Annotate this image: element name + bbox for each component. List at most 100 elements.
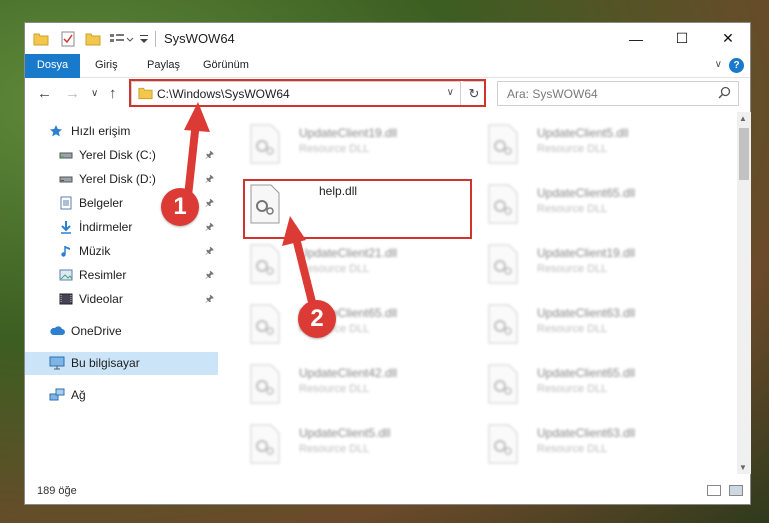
file-type: Resource DLL [537, 143, 608, 155]
file-item[interactable]: UpdateClient63.dll Resource DLL [487, 422, 717, 474]
dll-file-icon [249, 364, 281, 404]
nav-item-local-disk-c[interactable]: Yerel Disk (C:) 🖈 [25, 144, 218, 167]
pin-icon[interactable]: 🖈 [205, 244, 214, 261]
search-placeholder: Ara: SysWOW64 [507, 87, 598, 101]
dll-file-icon [249, 424, 281, 464]
file-item[interactable]: UpdateClient19.dll Resource DLL [487, 242, 717, 296]
file-name: UpdateClient5.dll [299, 426, 391, 440]
tab-home[interactable]: Giriş [87, 54, 126, 77]
dll-file-icon [487, 184, 519, 224]
file-type: Resource DLL [537, 443, 608, 455]
file-name: UpdateClient5.dll [537, 126, 629, 140]
star-icon [49, 124, 63, 138]
quick-access-dropdown-icon[interactable] [139, 30, 149, 48]
drive-icon [59, 148, 73, 162]
pin-icon[interactable]: 🖈 [205, 292, 214, 309]
nav-item-music[interactable]: Müzik 🖈 [25, 240, 218, 263]
cloud-icon [49, 324, 65, 338]
drive-icon [59, 172, 73, 186]
details-view-icon[interactable] [707, 485, 721, 496]
tab-share[interactable]: Paylaş [139, 54, 188, 77]
file-name: UpdateClient65.dll [537, 366, 636, 380]
file-type: Resource DLL [299, 443, 370, 455]
maximize-button[interactable]: ☐ [659, 23, 705, 54]
status-bar: 189 öğe [25, 478, 750, 504]
nav-label: Yerel Disk (D:) [79, 172, 156, 186]
new-folder-icon[interactable] [85, 30, 101, 48]
file-name: UpdateClient19.dll [299, 126, 398, 140]
file-name: UpdateClient19.dll [537, 246, 636, 260]
file-name: UpdateClient63.dll [537, 306, 636, 320]
nav-item-this-pc[interactable]: Bu bilgisayar [25, 352, 218, 375]
scroll-thumb[interactable] [739, 128, 749, 180]
nav-label: Ağ [71, 388, 86, 402]
file-type: Resource DLL [537, 323, 608, 335]
scroll-down-icon[interactable]: ▼ [739, 463, 747, 472]
file-type: Resource DLL [537, 203, 608, 215]
pin-icon[interactable]: 🖈 [205, 268, 214, 285]
large-icons-view-icon[interactable] [729, 485, 743, 496]
pin-icon[interactable]: 🖈 [205, 220, 214, 237]
nav-item-quick-access[interactable]: Hızlı erişim [25, 120, 218, 143]
dll-file-icon [249, 244, 281, 284]
nav-label: Videolar [79, 292, 123, 306]
file-item[interactable]: UpdateClient5.dll Resource DLL [487, 122, 717, 176]
network-icon [49, 388, 65, 402]
scroll-up-icon[interactable]: ▲ [739, 114, 747, 123]
nav-item-pictures[interactable]: Resimler 🖈 [25, 264, 218, 287]
nav-item-onedrive[interactable]: OneDrive [25, 320, 218, 343]
help-button[interactable]: ? [729, 58, 744, 73]
pin-icon[interactable]: 🖈 [205, 148, 214, 165]
file-item[interactable]: UpdateClient65.dll Resource DLL [487, 362, 717, 416]
search-input[interactable]: Ara: SysWOW64 [497, 81, 739, 106]
vertical-scrollbar[interactable]: ▲ ▼ [737, 112, 751, 474]
file-item[interactable]: UpdateClient5.dll Resource DLL [249, 422, 479, 474]
nav-label: Hızlı erişim [71, 124, 131, 138]
customize-toolbar-icon[interactable] [109, 30, 137, 48]
tab-view[interactable]: Görünüm [195, 54, 257, 77]
nav-item-videos[interactable]: Videolar 🖈 [25, 288, 218, 311]
address-row: ← → ∨ ↑ C:\Windows\SysWOW64 ∨ ↻ Ara: Sys… [25, 78, 750, 112]
folder-icon [33, 30, 49, 48]
forward-arrow-icon[interactable]: → [65, 85, 80, 102]
dll-file-icon [487, 244, 519, 284]
nav-label: Yerel Disk (C:) [79, 148, 156, 162]
dll-file-icon [487, 364, 519, 404]
nav-item-network[interactable]: Ağ [25, 384, 218, 407]
file-name: UpdateClient21.dll [299, 246, 398, 260]
pictures-icon [59, 268, 73, 282]
file-type: Resource DLL [299, 383, 370, 395]
nav-label: Bu bilgisayar [71, 356, 140, 370]
file-item[interactable]: UpdateClient21.dll Resource DLL [249, 242, 479, 296]
file-type: Resource DLL [299, 263, 370, 275]
nav-item-local-disk-d[interactable]: Yerel Disk (D:) 🖈 [25, 168, 218, 191]
file-item[interactable]: UpdateClient63.dll Resource DLL [487, 302, 717, 356]
file-name: UpdateClient42.dll [299, 366, 398, 380]
window-title: SysWOW64 [164, 31, 235, 46]
file-list: UpdateClient19.dll Resource DLL help.dll… [221, 112, 737, 474]
back-arrow-icon[interactable]: ← [37, 85, 52, 102]
recent-locations-icon[interactable]: ∨ [91, 88, 98, 99]
minimize-button[interactable]: — [613, 23, 659, 54]
nav-label: İndirmeler [79, 220, 133, 234]
nav-label: Belgeler [79, 196, 124, 210]
download-icon [59, 220, 73, 234]
file-item[interactable]: UpdateClient42.dll Resource DLL [249, 362, 479, 416]
pin-icon[interactable]: 🖈 [205, 196, 214, 213]
properties-icon[interactable] [61, 30, 75, 48]
up-arrow-icon[interactable]: ↑ [109, 85, 117, 102]
help-dll-highlight-box [243, 179, 472, 239]
navigation-pane: Hızlı erişim Yerel Disk (C:) 🖈 Yerel Dis… [25, 112, 218, 474]
expand-ribbon-icon[interactable]: ∨ [715, 59, 722, 70]
address-highlight-box [129, 79, 486, 107]
file-item[interactable]: UpdateClient19.dll Resource DLL [249, 122, 479, 176]
file-type: Resource DLL [537, 263, 608, 275]
file-item[interactable]: UpdateClient65.dll Resource DLL [249, 302, 479, 356]
pin-icon[interactable]: 🖈 [205, 172, 214, 189]
item-count: 189 öğe [37, 485, 77, 497]
dll-file-icon [249, 124, 281, 164]
nav-label: Resimler [79, 268, 127, 282]
close-button[interactable]: ✕ [705, 23, 751, 54]
file-item[interactable]: UpdateClient65.dll Resource DLL [487, 182, 717, 236]
step-2-badge: 2 [298, 300, 336, 338]
